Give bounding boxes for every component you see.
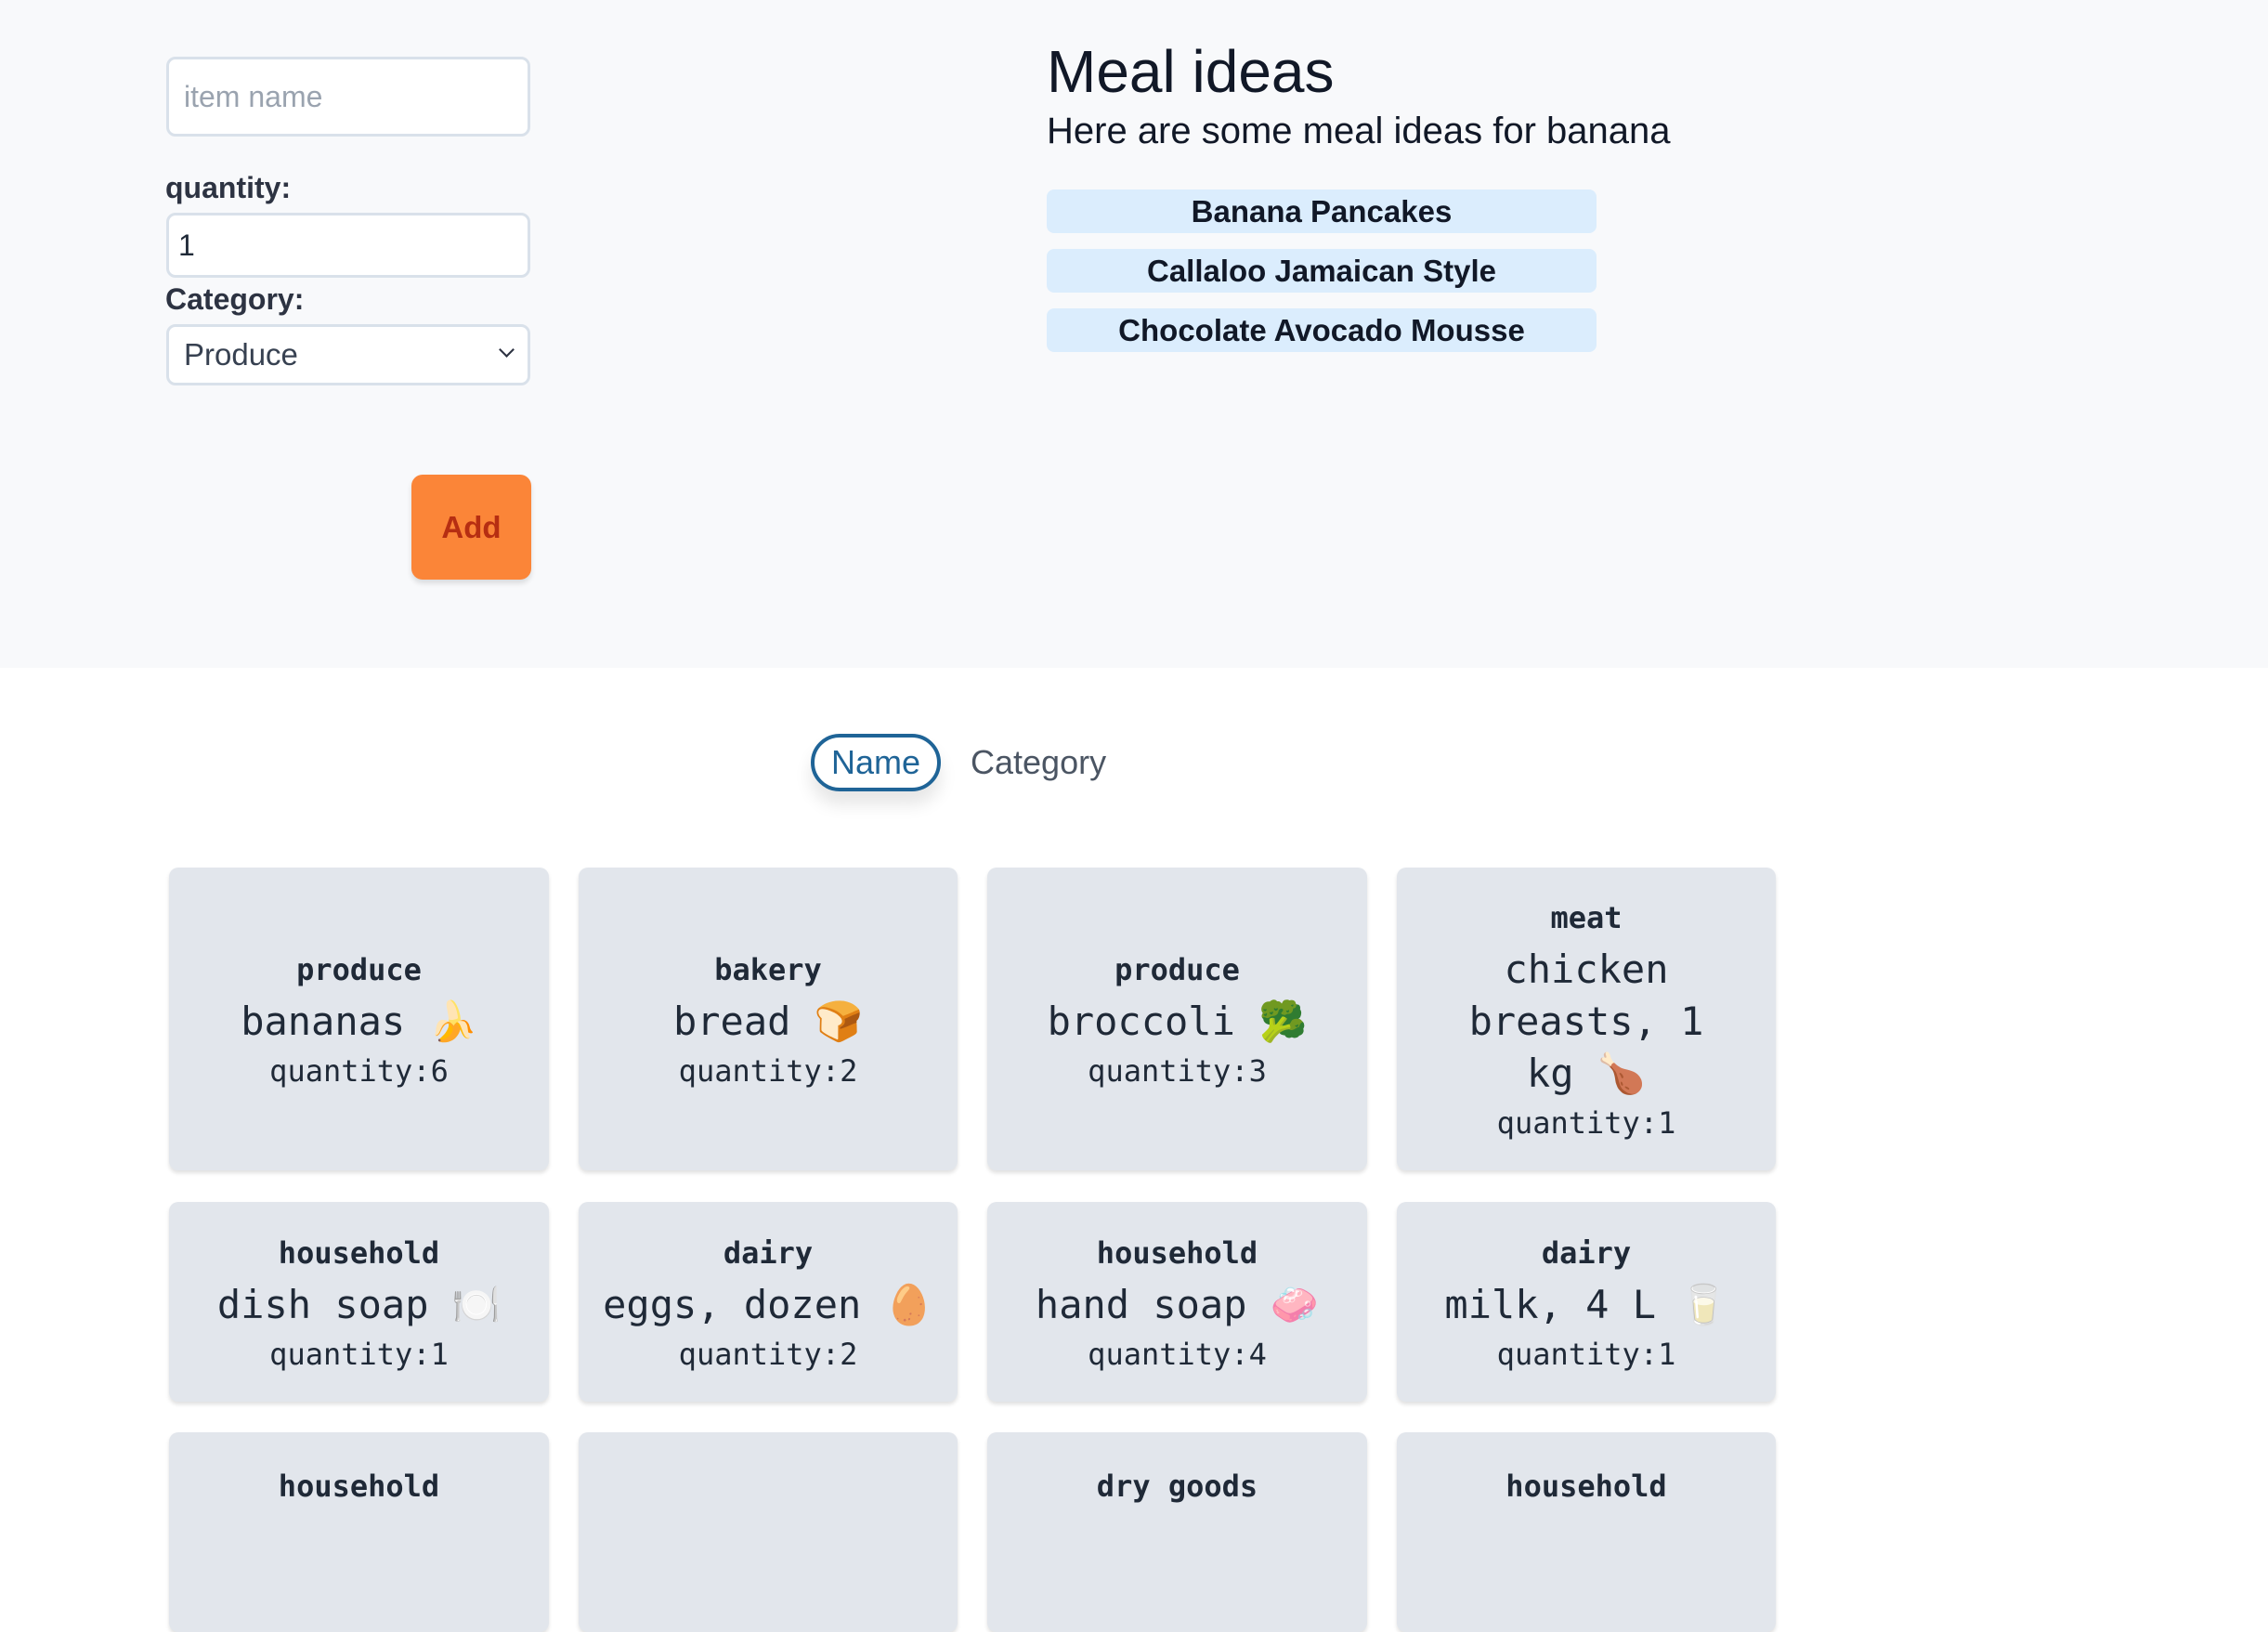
sort-tab-category[interactable]: Category <box>971 734 1106 791</box>
item-card[interactable]: dairy milk, 4 L 🥛 quantity:1 <box>1397 1202 1776 1402</box>
quantity-input[interactable] <box>166 213 530 278</box>
meal-idea-item[interactable]: Chocolate Avocado Mousse <box>1047 308 1597 352</box>
meal-ideas-subtitle: Here are some meal ideas for banana <box>1047 111 1671 151</box>
item-category: bakery <box>714 952 822 987</box>
item-category: meat <box>1550 900 1623 935</box>
meal-idea-item[interactable]: Banana Pancakes <box>1047 189 1597 233</box>
item-quantity: quantity:1 <box>1496 1336 1676 1372</box>
item-card[interactable]: household <box>169 1432 549 1632</box>
item-category: household <box>1096 1234 1258 1271</box>
item-category: household <box>1505 1469 1667 1504</box>
meal-ideas-title: Meal ideas <box>1047 38 1335 105</box>
item-name: milk, 4 L 🥛 <box>1444 1281 1728 1327</box>
item-category: dairy <box>1541 1234 1632 1271</box>
item-category: dairy <box>723 1234 814 1271</box>
item-name: bananas 🍌 <box>241 999 477 1044</box>
item-card[interactable]: dry goods <box>987 1432 1367 1632</box>
category-label: Category: <box>165 282 305 316</box>
item-card[interactable]: meat chicken breasts, 1 kg 🍗 quantity:1 <box>1397 868 1776 1170</box>
quantity-label: quantity: <box>165 171 292 204</box>
item-card[interactable]: household dish soap 🍽️ quantity:1 <box>169 1202 549 1402</box>
item-category: household <box>278 1469 440 1504</box>
item-name: dish soap 🍽️ <box>216 1281 502 1327</box>
item-name: hand soap 🧼 <box>1035 1281 1320 1327</box>
item-quantity: quantity:3 <box>1088 1053 1267 1089</box>
item-card[interactable] <box>579 1432 958 1632</box>
item-quantity: quantity:1 <box>1496 1105 1676 1141</box>
item-quantity: quantity:2 <box>678 1336 858 1372</box>
category-selected-value: Produce <box>184 337 298 372</box>
item-quantity: quantity:4 <box>1088 1336 1267 1372</box>
item-name: chicken breasts, 1 kg 🍗 <box>1468 947 1704 1096</box>
item-card[interactable]: produce bananas 🍌 quantity:6 <box>169 868 549 1170</box>
item-name: broccoli 🥦 <box>1047 999 1308 1044</box>
item-category: household <box>278 1234 440 1271</box>
item-card[interactable]: dairy eggs, dozen 🥚 quantity:2 <box>579 1202 958 1402</box>
top-section: quantity: Category: Produce Add Meal ide… <box>0 0 2268 668</box>
item-name: eggs, dozen 🥚 <box>603 1281 933 1327</box>
item-card[interactable]: household <box>1397 1432 1776 1632</box>
item-card[interactable]: household hand soap 🧼 quantity:4 <box>987 1202 1367 1402</box>
item-name: bread 🍞 <box>672 999 863 1044</box>
item-quantity: quantity:1 <box>269 1336 449 1372</box>
item-category: produce <box>1114 952 1240 987</box>
meal-idea-item[interactable]: Callaloo Jamaican Style <box>1047 249 1597 293</box>
item-quantity: quantity:6 <box>269 1053 449 1089</box>
item-quantity: quantity:2 <box>678 1053 858 1089</box>
item-category: dry goods <box>1096 1469 1258 1504</box>
category-select[interactable]: Produce <box>166 324 530 385</box>
item-name-input[interactable] <box>166 57 530 137</box>
item-card[interactable]: bakery bread 🍞 quantity:2 <box>579 868 958 1170</box>
add-button[interactable]: Add <box>411 475 531 580</box>
item-category: produce <box>296 952 422 987</box>
sort-tab-name[interactable]: Name <box>811 734 941 791</box>
chevron-down-icon <box>499 342 515 358</box>
item-card[interactable]: produce broccoli 🥦 quantity:3 <box>987 868 1367 1170</box>
